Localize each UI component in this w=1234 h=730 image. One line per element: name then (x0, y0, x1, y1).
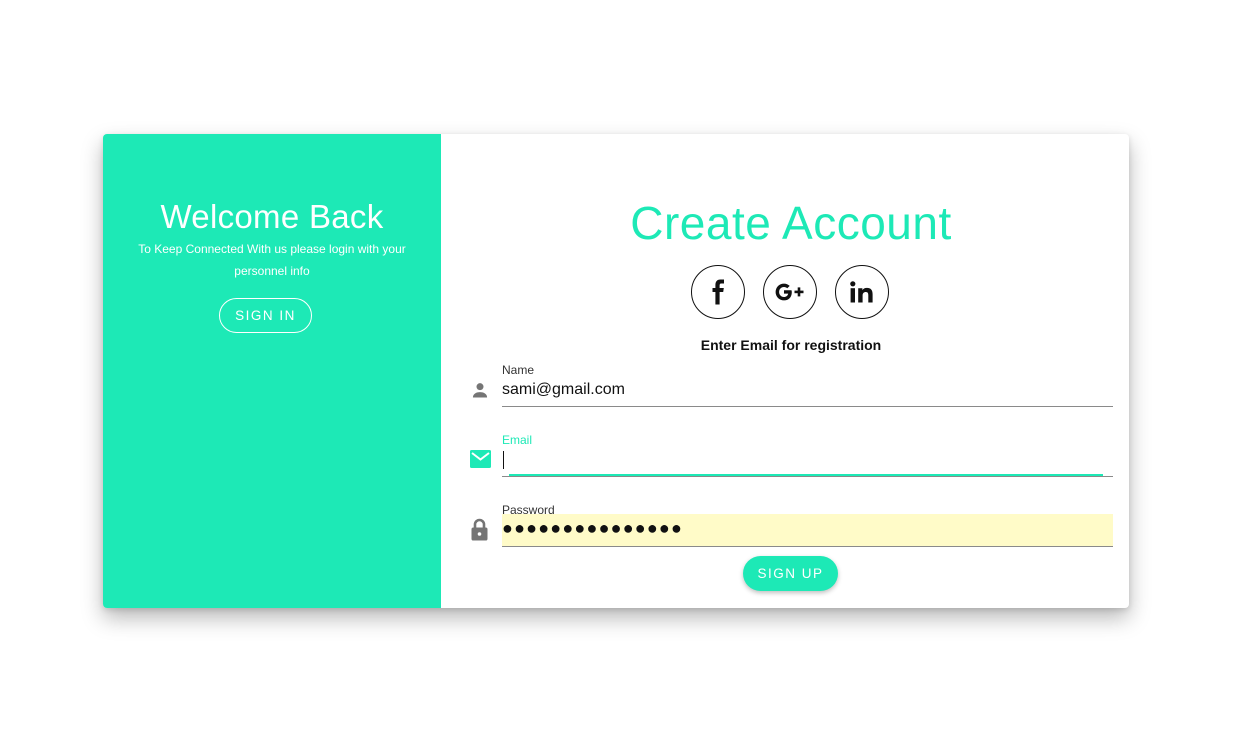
name-field[interactable]: sami@gmail.com (502, 381, 1112, 399)
email-field-label: Email (502, 433, 533, 447)
linkedin-button[interactable] (835, 265, 889, 319)
password-field-underline (502, 546, 1113, 547)
welcome-panel: Welcome Back To Keep Connected With us p… (103, 134, 441, 608)
person-icon (472, 383, 488, 398)
facebook-icon (712, 279, 724, 305)
auth-card: Welcome Back To Keep Connected With us p… (103, 134, 1129, 608)
welcome-subtitle-line1: To Keep Connected With us please login w… (138, 242, 406, 256)
mail-icon (470, 450, 491, 468)
sign-up-button[interactable]: SIGN UP (743, 556, 838, 591)
google-plus-button[interactable] (763, 265, 817, 319)
registration-instruction: Enter Email for registration (700, 337, 882, 353)
welcome-subtitle-line2: personnel info (234, 264, 310, 278)
google-plus-icon (775, 283, 804, 301)
facebook-button[interactable] (691, 265, 745, 319)
create-account-title: Create Account (630, 197, 952, 249)
sign-in-button[interactable]: SIGN IN (219, 298, 312, 333)
lock-icon (471, 518, 488, 541)
text-cursor (503, 451, 504, 469)
welcome-subtitle: To Keep Connected With us please login w… (123, 238, 421, 282)
name-field-underline (502, 406, 1113, 407)
linkedin-icon (850, 281, 873, 303)
email-focus-indicator (509, 474, 1103, 476)
create-account-panel: Create Account Enter Email for registrat… (441, 134, 1129, 608)
email-field-underline (502, 476, 1113, 477)
welcome-title: Welcome Back (160, 198, 384, 235)
password-field-label: Password (502, 503, 555, 517)
name-field-label: Name (502, 363, 535, 377)
password-field[interactable]: ●●●●●●●●●●●●●●● (502, 518, 683, 539)
